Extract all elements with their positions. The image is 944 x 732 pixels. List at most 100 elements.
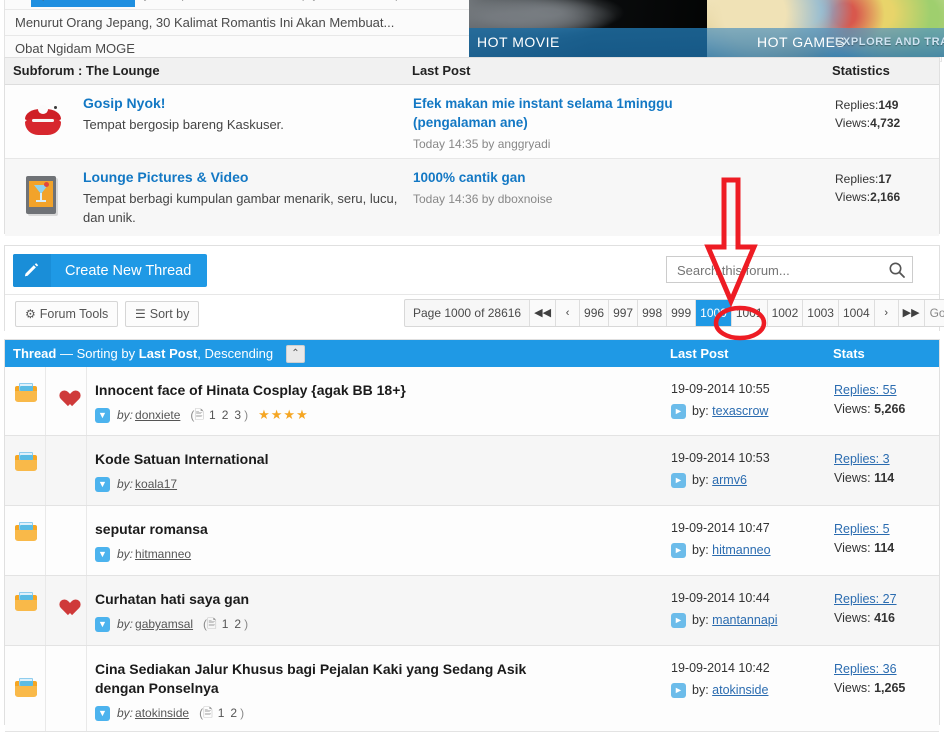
pagination-page-1004[interactable]: 1004 [838, 300, 875, 326]
views-label: Views: [834, 681, 871, 695]
thread-meta: ▼ by: gabyamsal (🖹 1 2) [95, 616, 645, 632]
thread-page-link[interactable]: 2 [230, 706, 237, 720]
thread-status-cell [5, 646, 46, 731]
chevron-down-icon[interactable]: ▼ [95, 546, 110, 562]
table-row: Kode Satuan International ▼ by: koala17 … [5, 436, 939, 506]
thread-title-link[interactable]: Kode Satuan International [95, 450, 635, 469]
pagination-page-label: Page 1000 of 28616 [405, 300, 531, 326]
thread-author-link[interactable]: donxiete [135, 407, 180, 423]
thread-stats: Replies: 3 Views: 114 [834, 450, 894, 488]
replies-link[interactable]: Replies: 3 [834, 452, 890, 466]
chevron-down-icon[interactable]: ▼ [95, 476, 110, 492]
pagination-last-button[interactable]: ▶▶ [898, 300, 925, 326]
active-tab-sliver[interactable] [31, 0, 135, 7]
thread-status-cell [5, 436, 46, 505]
last-post-link[interactable]: 1000% cantik gan [413, 168, 703, 187]
thread-title-link[interactable]: Innocent face of Hinata Cosplay {agak BB… [95, 381, 635, 400]
create-new-thread-button[interactable]: Create New Thread [13, 254, 208, 287]
pagination-page-1003[interactable]: 1003 [803, 300, 839, 326]
last-post-author-link[interactable]: hitmanneo [712, 542, 770, 559]
thread-title-link[interactable]: seputar romansa [95, 520, 635, 539]
announcement-text: Menurut Orang Jepang, 30 Kalimat Romanti… [15, 15, 395, 30]
replies-link[interactable]: Replies: 36 [834, 662, 897, 676]
goto-last-post-icon[interactable]: ► [671, 543, 686, 558]
thread-author-link[interactable]: gabyamsal [135, 616, 193, 632]
thread-stats: Replies: 36 Views: 1,265 [834, 660, 905, 698]
pagination-page-998[interactable]: 998 [638, 300, 668, 326]
thread-page-link[interactable]: 2 [234, 617, 241, 631]
table-row: Curhatan hati saya gan ▼ by: gabyamsal (… [5, 576, 939, 646]
last-post-date: 19-09-2014 10:55 [671, 382, 770, 396]
thread-title-link[interactable]: Cina Sediakan Jalur Khusus bagi Pejalan … [95, 660, 565, 698]
replies-link[interactable]: Replies: 55 [834, 383, 897, 397]
pagination-page-997[interactable]: 997 [609, 300, 639, 326]
search-icon[interactable] [888, 261, 906, 282]
by-prefix: by: [117, 617, 134, 631]
toolbar-bottom-row: ⚙ Forum Tools ☰ Sort by Page 1000 of 28616… [5, 295, 944, 332]
last-post-link[interactable]: Efek makan mie instant selama 1minggu (p… [413, 94, 703, 132]
thread-title-link[interactable]: Curhatan hati saya gan [95, 590, 635, 609]
thread-page-link[interactable]: 2 [222, 408, 229, 422]
thread-page-link[interactable]: 1 [222, 617, 229, 631]
ad-banner-strip: HOT MOVIE HOT GAMES EXPLORE AND TRAVEL T… [469, 0, 944, 57]
subforum-link-gosip-nyok[interactable]: Gosip Nyok! [83, 94, 403, 113]
heart-icon[interactable] [56, 592, 75, 610]
last-post-author-link[interactable]: atokinside [712, 682, 768, 699]
last-post-author-row: ► by: mantannapi [671, 612, 821, 629]
thread-page-link[interactable]: 3 [234, 408, 241, 422]
thread-like-cell [45, 506, 87, 575]
ad-games-subtitle: EXPLORE AND TRAVEL THE WORLD! [835, 36, 944, 48]
pagination-page-1001[interactable]: 1001 [731, 300, 768, 326]
pagination-prev-button[interactable]: ‹ [556, 300, 581, 326]
ad-movie-caption: HOT MOVIE [469, 28, 707, 57]
thread-last-post: 19-09-2014 10:44 ► by: mantannapi [671, 590, 821, 629]
views-count: 2,166 [870, 190, 901, 204]
heart-icon[interactable] [56, 383, 75, 401]
thread-like-cell [45, 367, 87, 435]
subforum-table-header: Subforum : The Lounge Last Post Statisti… [5, 58, 939, 85]
views-label: Views: [835, 116, 871, 130]
thread-author-link[interactable]: atokinside [135, 705, 189, 721]
forum-tools-button[interactable]: ⚙ Forum Tools [15, 301, 119, 327]
sort-toggle-caret-icon[interactable]: ⌃ [286, 345, 305, 363]
thread-author-link[interactable]: hitmanneo [135, 546, 191, 562]
pagination-next-button[interactable]: › [874, 300, 899, 326]
thread-page-link[interactable]: 1 [209, 408, 216, 422]
thread-rating-stars: ★★★★ [258, 407, 309, 422]
last-post-author-link[interactable]: mantannapi [712, 612, 777, 629]
subforum-link-lounge-pictures[interactable]: Lounge Pictures & Video [83, 168, 403, 187]
ad-hot-games[interactable]: HOT GAMES EXPLORE AND TRAVEL THE WORLD! [707, 0, 944, 57]
subforum-last-post: Efek makan mie instant selama 1minggu (p… [413, 94, 813, 153]
lips-icon [21, 99, 65, 143]
chevron-down-icon[interactable]: ▼ [95, 616, 110, 632]
pagination-first-button[interactable]: ◀◀ [530, 300, 557, 326]
sort-by-button[interactable]: ☰ Sort by [125, 301, 200, 327]
goto-last-post-icon[interactable]: ► [671, 473, 686, 488]
thread-author-link[interactable]: koala17 [135, 476, 177, 492]
table-row: seputar romansa ▼ by: hitmanneo 19-09-20… [5, 506, 939, 576]
forum-toolbar: Create New Thread ⚙Forum Tools ☰Sort by [4, 245, 944, 332]
goto-last-post-icon[interactable]: ► [671, 683, 686, 698]
multipage-icon: 🖹 [207, 617, 217, 631]
search-input[interactable] [675, 257, 879, 284]
last-post-author-link[interactable]: armv6 [712, 472, 747, 489]
pagination-page-1000-current[interactable]: 1000 [696, 300, 732, 326]
pagination-go-button[interactable]: Go [924, 300, 944, 326]
chevron-down-icon[interactable]: ▼ [95, 407, 110, 423]
search-box[interactable] [666, 256, 913, 284]
pagination-page-999[interactable]: 999 [667, 300, 697, 326]
subforum-statistics: Replies:149 Views:4,732 [835, 96, 900, 132]
replies-label: Replies: [835, 98, 879, 112]
replies-link[interactable]: Replies: 5 [834, 522, 890, 536]
pagination-page-996[interactable]: 996 [580, 300, 610, 326]
goto-last-post-icon[interactable]: ► [671, 613, 686, 628]
last-post-author-link[interactable]: texascrow [712, 403, 768, 420]
multipage-icon: 🖹 [203, 706, 213, 720]
thread-page-link[interactable]: 1 [218, 706, 225, 720]
chevron-down-icon[interactable]: ▼ [95, 705, 110, 721]
forum-page: Kumparan meme menyimak pasti 30 Maret 20… [0, 0, 944, 732]
pagination-page-1002[interactable]: 1002 [767, 300, 804, 326]
goto-last-post-icon[interactable]: ► [671, 404, 686, 419]
ad-hot-movie[interactable]: HOT MOVIE [469, 0, 707, 57]
replies-link[interactable]: Replies: 27 [834, 592, 897, 606]
